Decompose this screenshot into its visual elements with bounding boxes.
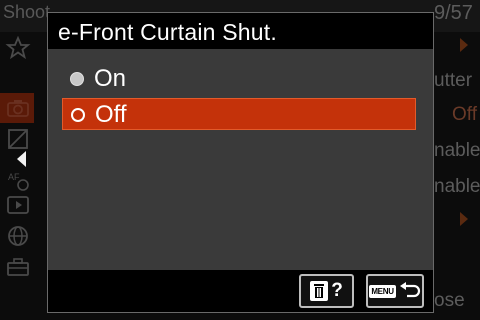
- background-item-text: utter: [434, 70, 473, 91]
- af-icon: AF: [4, 168, 32, 192]
- option-on[interactable]: On: [62, 63, 416, 95]
- menu-tag: MENU: [369, 284, 396, 298]
- svg-text:AF: AF: [8, 172, 20, 182]
- option-label: Off: [95, 101, 127, 128]
- background-item-text: Off: [452, 104, 477, 125]
- help-label: ?: [331, 280, 343, 301]
- toolbox-icon: [4, 255, 32, 279]
- dialog-title: e-Front Curtain Shut.: [58, 19, 277, 45]
- exposure-icon: [4, 127, 32, 151]
- radio-button-icon: [70, 72, 84, 86]
- chevron-right-icon: [460, 212, 468, 226]
- menu-back-button[interactable]: MENU: [366, 274, 424, 308]
- star-icon: [4, 35, 32, 60]
- setting-dialog: e-Front Curtain Shut. On Off ? MENU: [47, 12, 434, 313]
- dialog-footer: ? MENU: [48, 270, 433, 312]
- background-page-number: 9/57: [434, 2, 473, 24]
- trash-icon: [310, 281, 329, 301]
- background-item-text: nable: [434, 176, 480, 197]
- chevron-right-icon: [460, 38, 468, 52]
- option-label: On: [94, 65, 127, 92]
- help-button[interactable]: ?: [299, 274, 354, 308]
- background-item-text: ose: [434, 290, 465, 311]
- camera-icon: [4, 96, 32, 120]
- dialog-title-bar: e-Front Curtain Shut.: [48, 13, 433, 49]
- chevron-left-icon[interactable]: [17, 151, 26, 167]
- background-menu-title: Shoot: [3, 2, 51, 22]
- network-icon: [4, 224, 32, 248]
- return-arrow-icon: [399, 282, 420, 298]
- playback-icon: [4, 193, 32, 217]
- radio-button-icon: [71, 108, 85, 122]
- background-item-text: nable: [434, 140, 480, 161]
- option-off[interactable]: Off: [62, 98, 416, 130]
